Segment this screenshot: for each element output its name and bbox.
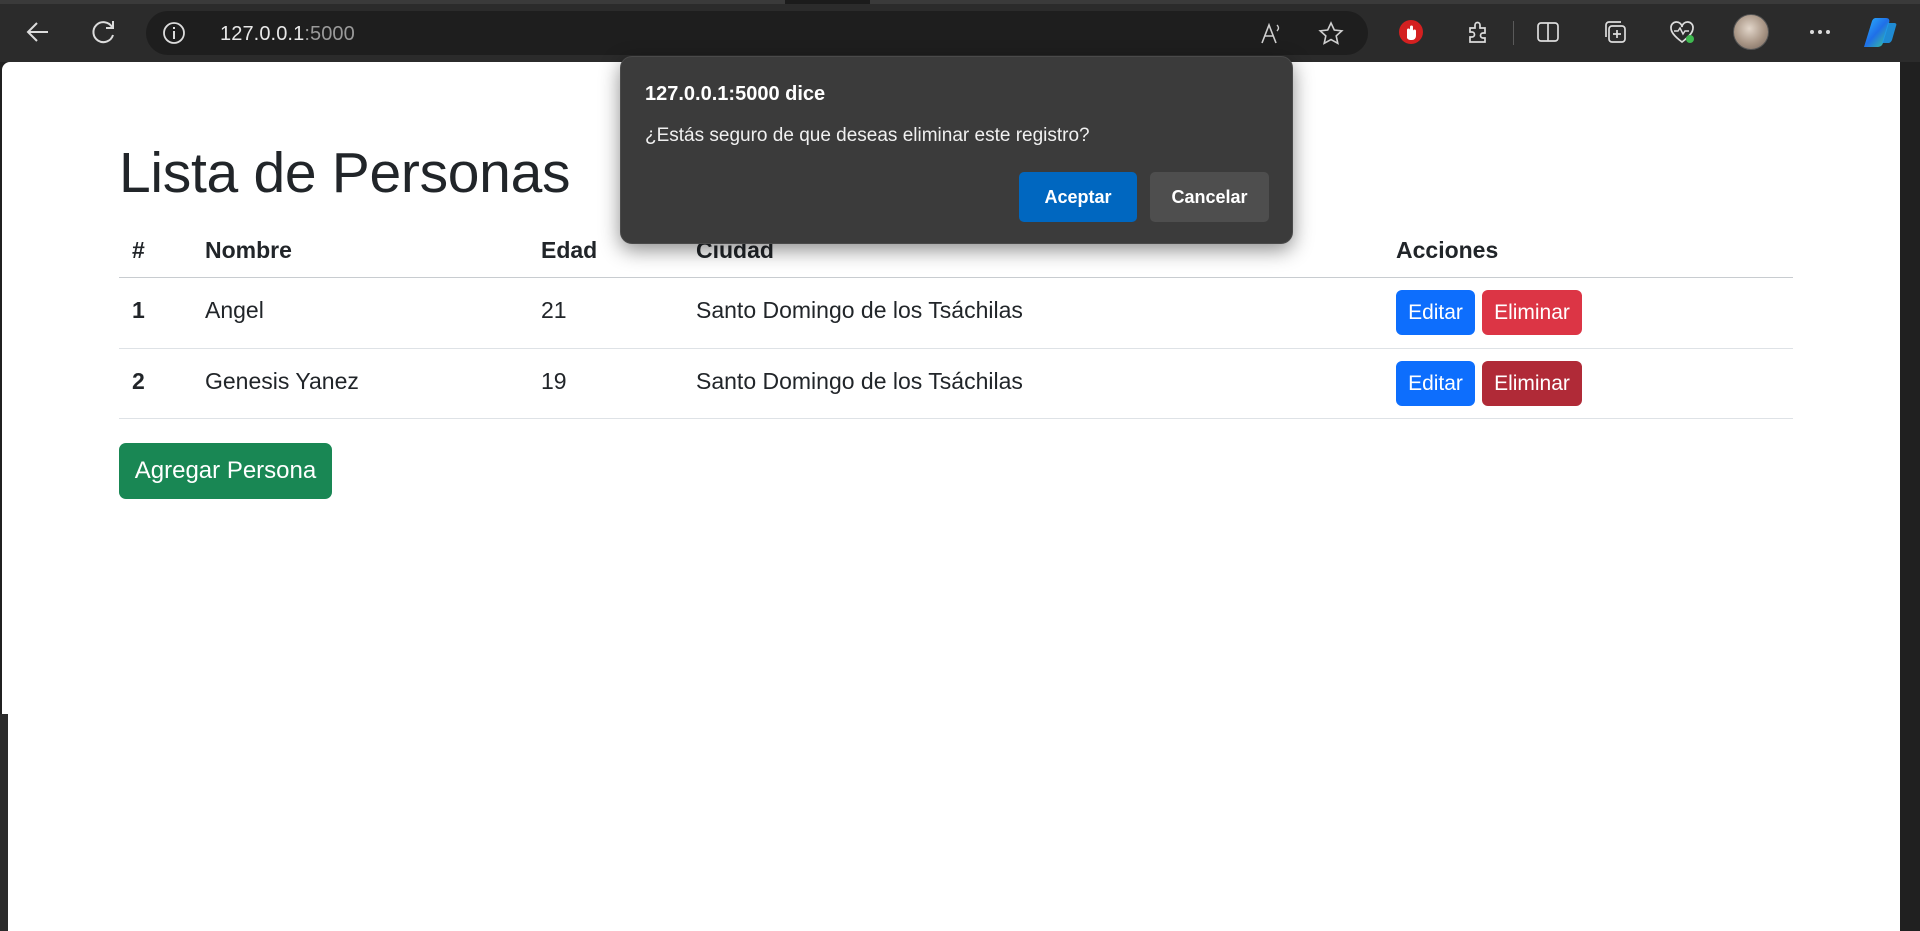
toolbar-separator	[1513, 21, 1514, 45]
row-nombre: Angel	[205, 297, 264, 323]
extension-stop-icon[interactable]	[1391, 12, 1431, 52]
browser-toolbar: 127.0.0.1:5000	[0, 0, 1920, 62]
row-ciudad: Santo Domingo de los Tsáchilas	[696, 297, 1023, 323]
header-index: #	[132, 237, 145, 263]
url-text[interactable]: 127.0.0.1:5000	[220, 23, 355, 46]
page-title: Lista de Personas	[119, 141, 571, 205]
row-ciudad: Santo Domingo de los Tsáchilas	[696, 368, 1023, 394]
confirm-dialog: 127.0.0.1:5000 dice ¿Estás seguro de que…	[620, 56, 1293, 244]
more-menu-icon[interactable]	[1800, 12, 1840, 52]
address-bar[interactable]: 127.0.0.1:5000	[146, 11, 1368, 55]
table-row: 1 Angel 21 Santo Domingo de los Tsáchila…	[119, 278, 1793, 349]
row-index: 2	[132, 368, 145, 394]
dialog-title: 127.0.0.1:5000 dice	[645, 83, 826, 105]
profile-avatar[interactable]	[1733, 14, 1769, 50]
tab-strip-edge	[0, 0, 785, 4]
page-viewport-edge	[8, 714, 18, 931]
row-nombre: Genesis Yanez	[205, 368, 359, 394]
favorite-star-icon[interactable]	[1318, 21, 1344, 47]
table-row: 2 Genesis Yanez 19 Santo Domingo de los …	[119, 349, 1793, 419]
edit-button[interactable]: Editar	[1396, 361, 1475, 406]
url-host: 127.0.0.1	[220, 23, 305, 45]
collections-icon[interactable]	[1595, 12, 1635, 52]
edit-button[interactable]: Editar	[1396, 290, 1475, 335]
row-index: 1	[132, 297, 145, 323]
refresh-icon[interactable]	[84, 12, 124, 52]
header-edad: Edad	[541, 237, 598, 263]
window-edge	[0, 714, 8, 931]
read-aloud-icon[interactable]	[1258, 21, 1284, 47]
cancel-button[interactable]: Cancelar	[1150, 172, 1269, 222]
back-icon[interactable]	[18, 12, 58, 52]
accept-button[interactable]: Aceptar	[1019, 172, 1137, 222]
row-edad: 19	[541, 368, 567, 394]
delete-button[interactable]: Eliminar	[1482, 361, 1582, 406]
extensions-icon[interactable]	[1458, 12, 1498, 52]
copilot-icon[interactable]	[1862, 14, 1898, 50]
site-info-icon[interactable]	[162, 21, 186, 45]
browser-essentials-icon[interactable]	[1662, 12, 1702, 52]
split-screen-icon[interactable]	[1528, 12, 1568, 52]
add-persona-button[interactable]: Agregar Persona	[119, 443, 332, 499]
row-edad: 21	[541, 297, 567, 323]
window-edge	[1900, 62, 1920, 931]
header-nombre: Nombre	[205, 237, 292, 263]
url-port: :5000	[304, 23, 355, 45]
tab-strip-edge	[870, 0, 1920, 4]
dialog-message: ¿Estás seguro de que deseas eliminar est…	[645, 125, 1090, 146]
delete-button[interactable]: Eliminar	[1482, 290, 1582, 335]
header-acciones: Acciones	[1396, 237, 1499, 263]
